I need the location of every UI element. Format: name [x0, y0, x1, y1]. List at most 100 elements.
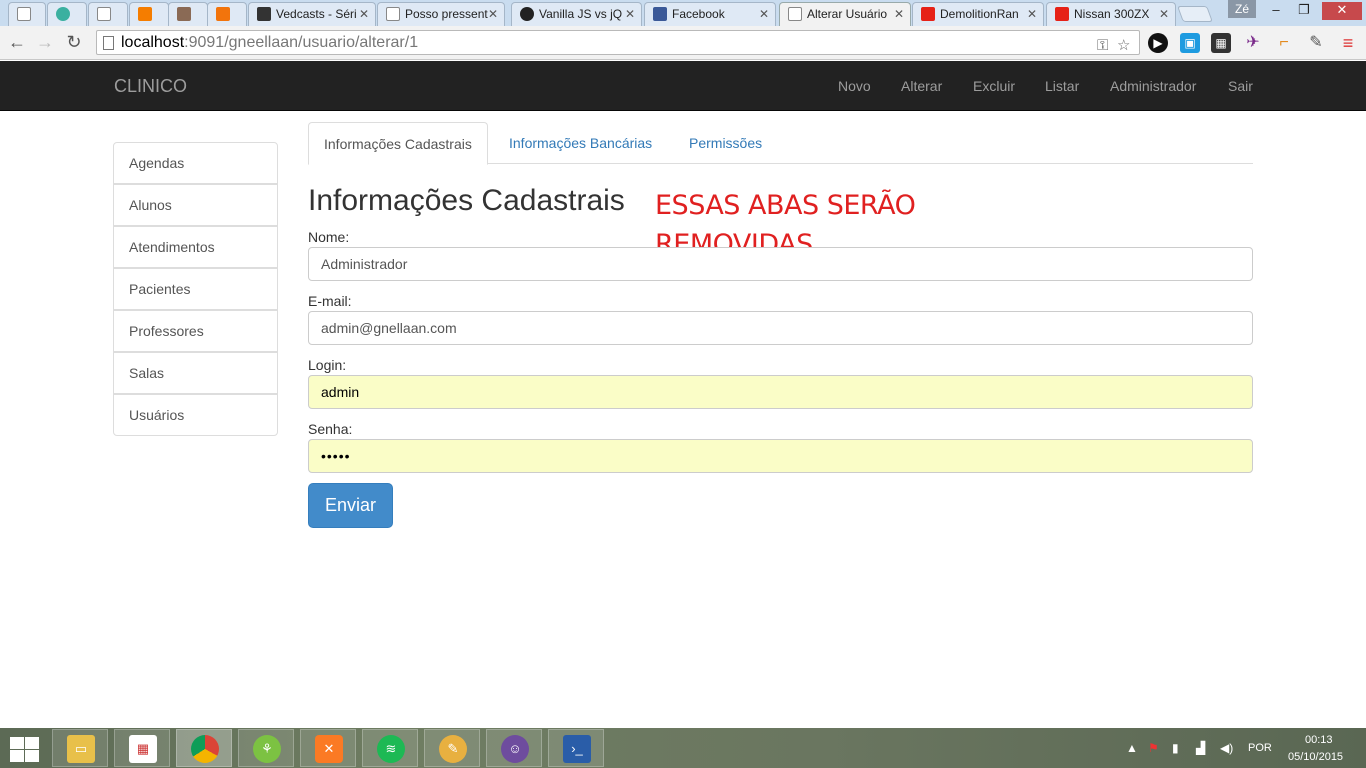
close-icon[interactable]: ✕ [488, 7, 498, 21]
signal-icon[interactable]: ▟ [1196, 741, 1205, 755]
sidebar-item-salas[interactable]: Salas [113, 352, 278, 394]
nav-link-alterar[interactable]: Alterar [901, 78, 942, 94]
new-tab-button[interactable] [1177, 6, 1213, 22]
nav-link-administrador[interactable]: Administrador [1110, 78, 1196, 94]
url-host: localhost [121, 34, 185, 51]
page-icon [17, 7, 31, 21]
close-icon[interactable]: ✕ [894, 7, 904, 21]
senha-label: Senha: [308, 421, 353, 437]
window-close-icon[interactable]: ✕ [1322, 2, 1362, 20]
ruler-extension-icon[interactable]: ⌐ [1274, 33, 1294, 53]
stackoverflow-icon [216, 7, 230, 21]
file-explorer-icon[interactable]: ▭ [52, 729, 108, 767]
vedcasts-icon [257, 7, 271, 21]
sidebar-item-professores[interactable]: Professores [113, 310, 278, 352]
facebook-icon [653, 7, 667, 21]
nome-label: Nome: [308, 229, 350, 245]
browser-tab[interactable] [47, 2, 87, 26]
close-icon[interactable]: ✕ [1027, 7, 1037, 21]
section-title: Informações Cadastrais [308, 184, 625, 217]
powershell-icon[interactable]: ›_ [548, 729, 604, 767]
sidebar-item-usuarios[interactable]: Usuários [113, 394, 278, 436]
maximize-icon[interactable]: ❐ [1292, 2, 1316, 20]
tab-title: Vedcasts - Séri [276, 7, 357, 21]
browser-tab[interactable]: DemolitionRan ✕ [912, 2, 1044, 26]
volume-icon[interactable]: ◀) [1220, 741, 1233, 755]
browser-tab[interactable] [207, 2, 247, 26]
film-extension-icon[interactable]: ▦ [1211, 33, 1231, 53]
close-icon[interactable]: ✕ [759, 7, 769, 21]
browser-tab-active[interactable]: Alterar Usuário ✕ [779, 2, 911, 26]
tab-informacoes-bancarias[interactable]: Informações Bancárias [494, 122, 667, 164]
browser-tab[interactable] [168, 2, 208, 26]
windows-start-icon[interactable] [8, 736, 40, 762]
sidebar-item-agendas[interactable]: Agendas [113, 142, 278, 184]
page-icon [386, 7, 400, 21]
clock-date[interactable]: 05/10/2015 [1288, 751, 1343, 763]
eyedropper-icon[interactable]: ✎ [1306, 33, 1326, 53]
browser-tab[interactable] [129, 2, 169, 26]
browser-tab[interactable] [88, 2, 128, 26]
nome-field[interactable]: Administrador [308, 247, 1253, 281]
network-error-icon[interactable]: ⚑ [1148, 741, 1159, 755]
key-icon[interactable]: ⚿ [1097, 34, 1108, 57]
nav-link-novo[interactable]: Novo [838, 78, 871, 94]
nav-link-sair[interactable]: Sair [1228, 78, 1253, 94]
tab-title: Posso pressent [405, 7, 488, 21]
browser-tab[interactable]: Vanilla JS vs jQ ✕ [511, 2, 642, 26]
browser-tab[interactable]: Nissan 300ZX ✕ [1046, 2, 1176, 26]
nav-link-excluir[interactable]: Excluir [973, 78, 1015, 94]
tab-permissoes[interactable]: Permissões [674, 122, 777, 164]
windows-taskbar: ▭ ▦ ⚘ ✕ ≋ ✎ ☺ ›_ ▲ ⚑ ▮ ▟ ◀) POR 00:13 05… [0, 728, 1366, 768]
tab-title: Alterar Usuário [807, 7, 888, 21]
chrome-icon[interactable] [176, 729, 232, 767]
visual-studio-icon[interactable]: ✈ [1243, 33, 1263, 53]
sidebar-item-pacientes[interactable]: Pacientes [113, 268, 278, 310]
close-icon[interactable]: ✕ [1159, 7, 1169, 21]
tab-informacoes-cadastrais[interactable]: Informações Cadastrais [308, 122, 488, 165]
nav-link-listar[interactable]: Listar [1045, 78, 1079, 94]
avatar-icon [177, 7, 191, 21]
browser-tab[interactable]: Posso pressent ✕ [377, 2, 505, 26]
menu-icon[interactable]: ≡ [1338, 33, 1358, 53]
github-desktop-icon[interactable]: ☺ [486, 729, 542, 767]
battery-icon[interactable]: ▮ [1172, 741, 1179, 755]
star-icon[interactable]: ☆ [1117, 34, 1130, 57]
form-tabs: Informações Cadastrais Informações Bancá… [308, 122, 1253, 165]
minimize-icon[interactable]: – [1264, 2, 1288, 20]
sidebar-item-alunos[interactable]: Alunos [113, 184, 278, 226]
apps-grid-icon[interactable]: ▦ [114, 729, 170, 767]
close-icon[interactable]: ✕ [359, 7, 369, 21]
senha-field[interactable]: ••••• [308, 439, 1253, 473]
paint-icon[interactable]: ✎ [424, 729, 480, 767]
browser-toolbar: ← → ↻ localhost:9091/gneellaan/usuario/a… [0, 26, 1366, 60]
page-icon [103, 36, 114, 50]
play-extension-icon[interactable]: ▶ [1148, 33, 1168, 53]
blogger-icon [138, 7, 152, 21]
sidebar-item-atendimentos[interactable]: Atendimentos [113, 226, 278, 268]
reload-icon[interactable]: ↻ [63, 32, 85, 54]
clock-time[interactable]: 00:13 [1305, 734, 1333, 746]
xampp-panel-icon[interactable]: ✕ [300, 729, 356, 767]
spotify-icon[interactable]: ≋ [362, 729, 418, 767]
submit-button[interactable]: Enviar [308, 483, 393, 528]
browser-tab[interactable]: Facebook ✕ [644, 2, 776, 26]
brand-logo[interactable]: CLINICO [114, 76, 187, 97]
address-bar[interactable]: localhost:9091/gneellaan/usuario/alterar… [96, 30, 1140, 55]
browser-tab[interactable]: Vedcasts - Séri ✕ [248, 2, 376, 26]
login-field[interactable]: admin [308, 375, 1253, 409]
extension-icon[interactable]: ▣ [1180, 33, 1200, 53]
browser-tab[interactable] [8, 2, 46, 26]
close-icon[interactable]: ✕ [625, 7, 635, 21]
email-label: E-mail: [308, 293, 352, 309]
github-icon [520, 7, 534, 21]
back-icon[interactable]: ← [6, 32, 28, 54]
chevron-up-icon[interactable]: ▲ [1126, 741, 1138, 755]
language-indicator[interactable]: POR [1248, 742, 1272, 754]
tab-title: DemolitionRan [940, 7, 1019, 21]
xampp-icon[interactable]: ⚘ [238, 729, 294, 767]
email-field[interactable]: admin@gnellaan.com [308, 311, 1253, 345]
youtube-icon [1055, 7, 1069, 21]
profile-button[interactable]: Zé [1228, 0, 1256, 18]
forward-icon[interactable]: → [34, 32, 56, 54]
